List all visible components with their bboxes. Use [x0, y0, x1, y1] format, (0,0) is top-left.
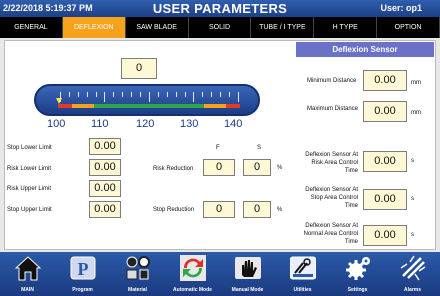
risk-lower-limit-label: Risk Lower Limit [7, 166, 52, 172]
risk-upper-limit-label: Risk Upper Limit [7, 186, 52, 192]
stop-reduction-label: Stop Reduction [153, 207, 195, 213]
risk-reduction-s-input[interactable]: 0 [243, 159, 271, 176]
gauge-ticks [60, 92, 239, 102]
home-icon [15, 256, 41, 281]
gauge-pointer [56, 98, 62, 104]
minimum-distance-unit: mm [411, 80, 421, 86]
s-column-header: S [257, 145, 262, 151]
scale-label-130: 130 [180, 118, 199, 130]
maximum-distance-unit: mm [411, 110, 421, 116]
automatic-mode-icon [180, 255, 206, 281]
tab-h-type[interactable]: H TYPE [314, 17, 378, 38]
stop-reduction-unit: % [277, 207, 283, 213]
nav-material-label: Material [128, 287, 147, 293]
stop-reduction-s-input[interactable]: 0 [243, 201, 271, 218]
stop-lower-limit-input[interactable]: 0.00 [89, 138, 121, 155]
scale-label-120: 120 [136, 118, 155, 130]
stop-upper-limit-input[interactable]: 0.00 [89, 201, 121, 218]
nav-program-label: Program [72, 287, 93, 293]
tab-general[interactable]: GENERAL [0, 17, 63, 38]
nav-utilities-button[interactable]: Utilities [275, 252, 330, 296]
tab-saw-blade[interactable]: SAW BLADE [126, 17, 189, 38]
program-icon: P [70, 256, 96, 280]
nav-alarms-label: Alarms [404, 287, 421, 293]
nav-settings-label: Settings [347, 287, 368, 293]
stop-lower-limit-label: Stop Lower Limit [7, 145, 52, 151]
tab-bar: GENERAL DEFLEXION SAW BLADE SOLID TUBE /… [0, 17, 440, 38]
nav-main-label: MAIN [21, 287, 34, 293]
scale-label-100: 100 [47, 118, 66, 130]
minimum-distance-label: Minimum Distance [307, 78, 357, 84]
tab-deflexion[interactable]: DEFLEXION [62, 17, 126, 38]
risk-upper-limit-input[interactable]: 0.00 [89, 180, 121, 197]
maximum-distance-input[interactable]: 0.00 [363, 101, 407, 122]
gauge-red-zone-high [226, 104, 240, 108]
nav-program-button[interactable]: P Program [55, 252, 110, 296]
deflexion-sensor-header: Deflexion Sensor [296, 42, 434, 57]
gauge-red-zone-low [58, 104, 72, 108]
risk-area-control-time-input[interactable]: 0.00 [363, 151, 407, 172]
gauge-value-display: 0 [121, 58, 157, 79]
stop-area-control-time-label: Deflexion Sensor At Stop Area Control Ti… [305, 187, 358, 209]
utilities-icon [290, 256, 316, 280]
bottom-navigation: MAIN P Program Material Automatic Mode M… [0, 252, 440, 296]
nav-manual-mode-button[interactable]: Manual Mode [220, 252, 275, 296]
nav-manual-mode-label: Manual Mode [231, 287, 264, 293]
gauge-green-zone [94, 104, 204, 108]
normal-area-control-time-label: Deflexion Sensor At Normal Area Control … [303, 223, 358, 245]
nav-utilities-label: Utilities [293, 287, 312, 293]
nav-automatic-mode-label: Automatic Mode [173, 287, 212, 293]
svg-text:P: P [78, 259, 89, 279]
tab-option[interactable]: OPTION [377, 17, 440, 38]
stop-area-control-time-input[interactable]: 0.00 [363, 189, 407, 210]
gauge-orange-zone-high [204, 104, 226, 108]
scale-label-140: 140 [224, 118, 243, 130]
risk-reduction-label: Risk Reduction [153, 166, 194, 172]
risk-lower-limit-input[interactable]: 0.00 [89, 159, 121, 176]
stop-reduction-f-input[interactable]: 0 [203, 201, 235, 218]
tab-tube-i-type[interactable]: TUBE / I TYPE [251, 17, 315, 38]
tab-solid[interactable]: SOLID [189, 17, 252, 38]
minimum-distance-input[interactable]: 0.00 [363, 70, 407, 91]
nav-settings-button[interactable]: Settings [330, 252, 385, 296]
page-title: USER PARAMETERS [152, 1, 288, 16]
nav-material-button[interactable]: Material [110, 252, 165, 296]
risk-reduction-unit: % [277, 165, 283, 171]
normal-area-control-time-unit: s [411, 232, 414, 238]
nav-automatic-mode-button[interactable]: Automatic Mode [165, 252, 220, 296]
risk-area-control-time-label: Deflexion Sensor At Risk Area Control Ti… [305, 152, 358, 174]
user-label: User: op1 [380, 3, 422, 13]
material-icon [126, 256, 150, 280]
scale-label-110: 110 [91, 118, 109, 130]
f-column-header: F [216, 145, 220, 151]
gauge-range-bar [58, 104, 240, 108]
stop-upper-limit-label: Stop Upper Limit [7, 207, 52, 213]
maximum-distance-label: Maximum Distance [307, 106, 359, 112]
nav-alarms-button[interactable]: Alarms [385, 252, 440, 296]
title-bar: 2/22/2018 5:19:37 PM USER PARAMETERS Use… [0, 0, 440, 17]
stop-area-control-time-unit: s [411, 196, 414, 202]
alarms-icon [400, 255, 426, 281]
manual-mode-icon [235, 257, 261, 279]
nav-main-button[interactable]: MAIN [0, 252, 55, 296]
risk-area-control-time-unit: s [411, 158, 414, 164]
risk-reduction-f-input[interactable]: 0 [203, 159, 235, 176]
gauge-orange-zone-low [72, 104, 94, 108]
normal-area-control-time-input[interactable]: 0.00 [363, 225, 407, 246]
deflexion-gauge [34, 84, 260, 116]
settings-icon [346, 257, 370, 280]
